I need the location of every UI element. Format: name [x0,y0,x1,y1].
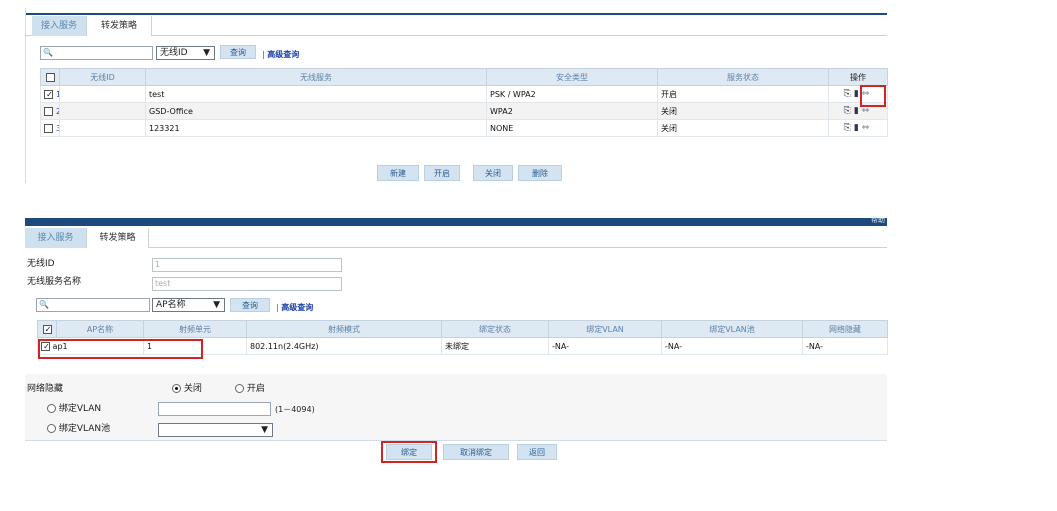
top-tab-access[interactable]: 接入服务 [32,16,87,36]
service-name-label: 无线服务名称 [27,277,82,287]
radio-off-icon [47,404,56,413]
search-icon: 🔍 [43,48,53,57]
top-advanced-query-link[interactable]: 高级查询 [262,49,299,61]
bottom-tab-access[interactable]: 接入服务 [25,228,87,248]
new-button[interactable]: 新建 [377,165,419,181]
disable-button[interactable]: 关闭 [473,165,513,181]
delete-icon[interactable]: ▮ [854,123,859,133]
radio-off-icon [47,424,56,433]
hidden-off-radio[interactable]: 关闭 [172,383,202,395]
row-service: 123321 [145,119,487,137]
row-security: NONE [486,119,658,137]
copy-icon[interactable]: ⎘ [844,106,851,116]
top-tab-forward[interactable]: 转发策略 [87,16,152,36]
delete-icon[interactable]: ▮ [854,106,859,116]
row-service: test [145,85,487,103]
bottom-advanced-query-link[interactable]: 高级查询 [276,302,313,314]
radio-off-icon [235,384,244,393]
highlight-bind-icon [860,85,886,107]
row-radio-mode: 802.11n(2.4GHz) [246,337,442,355]
col-ap-name: AP名称 [56,320,144,338]
delete-button[interactable]: 删除 [518,165,562,181]
top-tabbar [25,15,887,36]
row-id-link[interactable]: 1 [56,90,59,99]
col-bind-vlan-pool: 绑定VLAN池 [661,320,803,338]
row-status: 关闭 [657,119,829,137]
table-row[interactable]: 1 test PSK / WPA2 开启 ⎘▮⇔ [40,85,888,103]
row-vlan-pool: -NA- [661,337,803,355]
chevron-down-icon: ▼ [203,48,210,58]
enable-button[interactable]: 开启 [424,165,460,181]
col-wireless-id: 无线ID [59,68,146,86]
bind-link-icon[interactable]: ⇔ [862,123,870,133]
hidden-on-radio[interactable]: 开启 [235,383,265,395]
vlan-input[interactable] [158,402,271,416]
col-wireless-service: 无线服务 [145,68,487,86]
row-service: GSD-Office [145,102,487,120]
row-vlan: -NA- [548,337,662,355]
col-radio-unit: 射频单元 [143,320,247,338]
help-link[interactable]: 帮助 [871,215,885,225]
select-all-checkbox[interactable] [42,324,53,334]
row-bind-status: 未绑定 [441,337,549,355]
bottom-tab-forward[interactable]: 转发策略 [87,228,149,248]
vlan-range-hint: (1－4094) [275,405,315,414]
wireless-id-field[interactable]: 1 [152,258,342,272]
highlight-ap-row [38,339,203,359]
top-query-button[interactable]: 查询 [220,45,256,59]
table-row[interactable]: 2 GSD-Office WPA2 关闭 ⎘▮⇔ [40,102,888,120]
bottom-search-input[interactable]: 🔍 [36,298,150,312]
bottom-filter-select[interactable]: AP名称 ▼ [152,298,225,312]
delete-icon[interactable]: ▮ [854,89,859,99]
copy-icon[interactable]: ⎘ [844,123,851,133]
table-header-row: AP名称 射频单元 射频模式 绑定状态 绑定VLAN 绑定VLAN池 网络隐藏 [37,320,888,338]
col-network-hidden: 网络隐藏 [802,320,888,338]
bind-link-icon[interactable]: ⇔ [862,106,870,116]
radio-on-icon [172,384,181,393]
row-security: PSK / WPA2 [486,85,658,103]
bottom-panel: 帮助 接入服务 转发策略 无线ID 1 无线服务名称 test 🔍 AP名称 ▼ … [25,215,888,463]
row-checkbox[interactable] [44,106,53,116]
back-button[interactable]: 返回 [517,444,557,460]
bottom-query-button[interactable]: 查询 [230,298,270,312]
row-status: 关闭 [657,102,829,120]
bind-vlan-radio[interactable]: 绑定VLAN [47,403,101,415]
vlan-pool-select[interactable]: ▼ [158,423,273,437]
col-security-type: 安全类型 [486,68,658,86]
search-icon: 🔍 [39,300,49,309]
row-security: WPA2 [486,102,658,120]
col-service-status: 服务状态 [657,68,829,86]
bind-vlan-pool-radio[interactable]: 绑定VLAN池 [47,423,110,435]
bottom-tabbar [25,227,887,248]
col-radio-mode: 射频模式 [246,320,442,338]
chevron-down-icon: ▼ [213,300,220,310]
col-bind-vlan: 绑定VLAN [548,320,662,338]
row-hidden: -NA- [802,337,888,355]
row-checkbox[interactable] [44,123,53,133]
col-operations: 操作 [828,68,888,86]
top-search-input[interactable]: 🔍 [40,46,153,60]
service-name-field[interactable]: test [152,277,342,291]
unbind-button[interactable]: 取消绑定 [443,444,509,460]
row-status: 开启 [657,85,829,103]
highlight-bind-button [381,441,437,463]
form-area [25,374,887,441]
top-filter-select[interactable]: 无线ID ▼ [156,46,215,60]
col-bind-status: 绑定状态 [441,320,549,338]
table-row[interactable]: 3 123321 NONE 关闭 ⎘▮⇔ [40,119,888,137]
bottom-header-bar: 帮助 [25,215,887,226]
copy-icon[interactable]: ⎘ [844,89,851,99]
row-checkbox[interactable] [44,89,54,99]
select-all-cell[interactable] [40,68,60,86]
top-panel: 接入服务 转发策略 🔍 无线ID▼ 查询 高级查询 无线ID 无线服务 安全类型… [25,8,888,183]
table-header-row: 无线ID 无线服务 安全类型 服务状态 操作 [40,68,888,86]
network-hidden-label: 网络隐藏 [27,384,64,394]
top-service-table: 无线ID 无线服务 安全类型 服务状态 操作 1 test PSK / WPA2… [40,68,888,137]
row-id-link[interactable]: 2 [56,107,59,116]
wireless-id-label: 无线ID [27,259,55,269]
chevron-down-icon: ▼ [261,425,268,435]
row-id-link[interactable]: 3 [56,124,59,133]
select-all-checkbox[interactable] [45,72,55,82]
